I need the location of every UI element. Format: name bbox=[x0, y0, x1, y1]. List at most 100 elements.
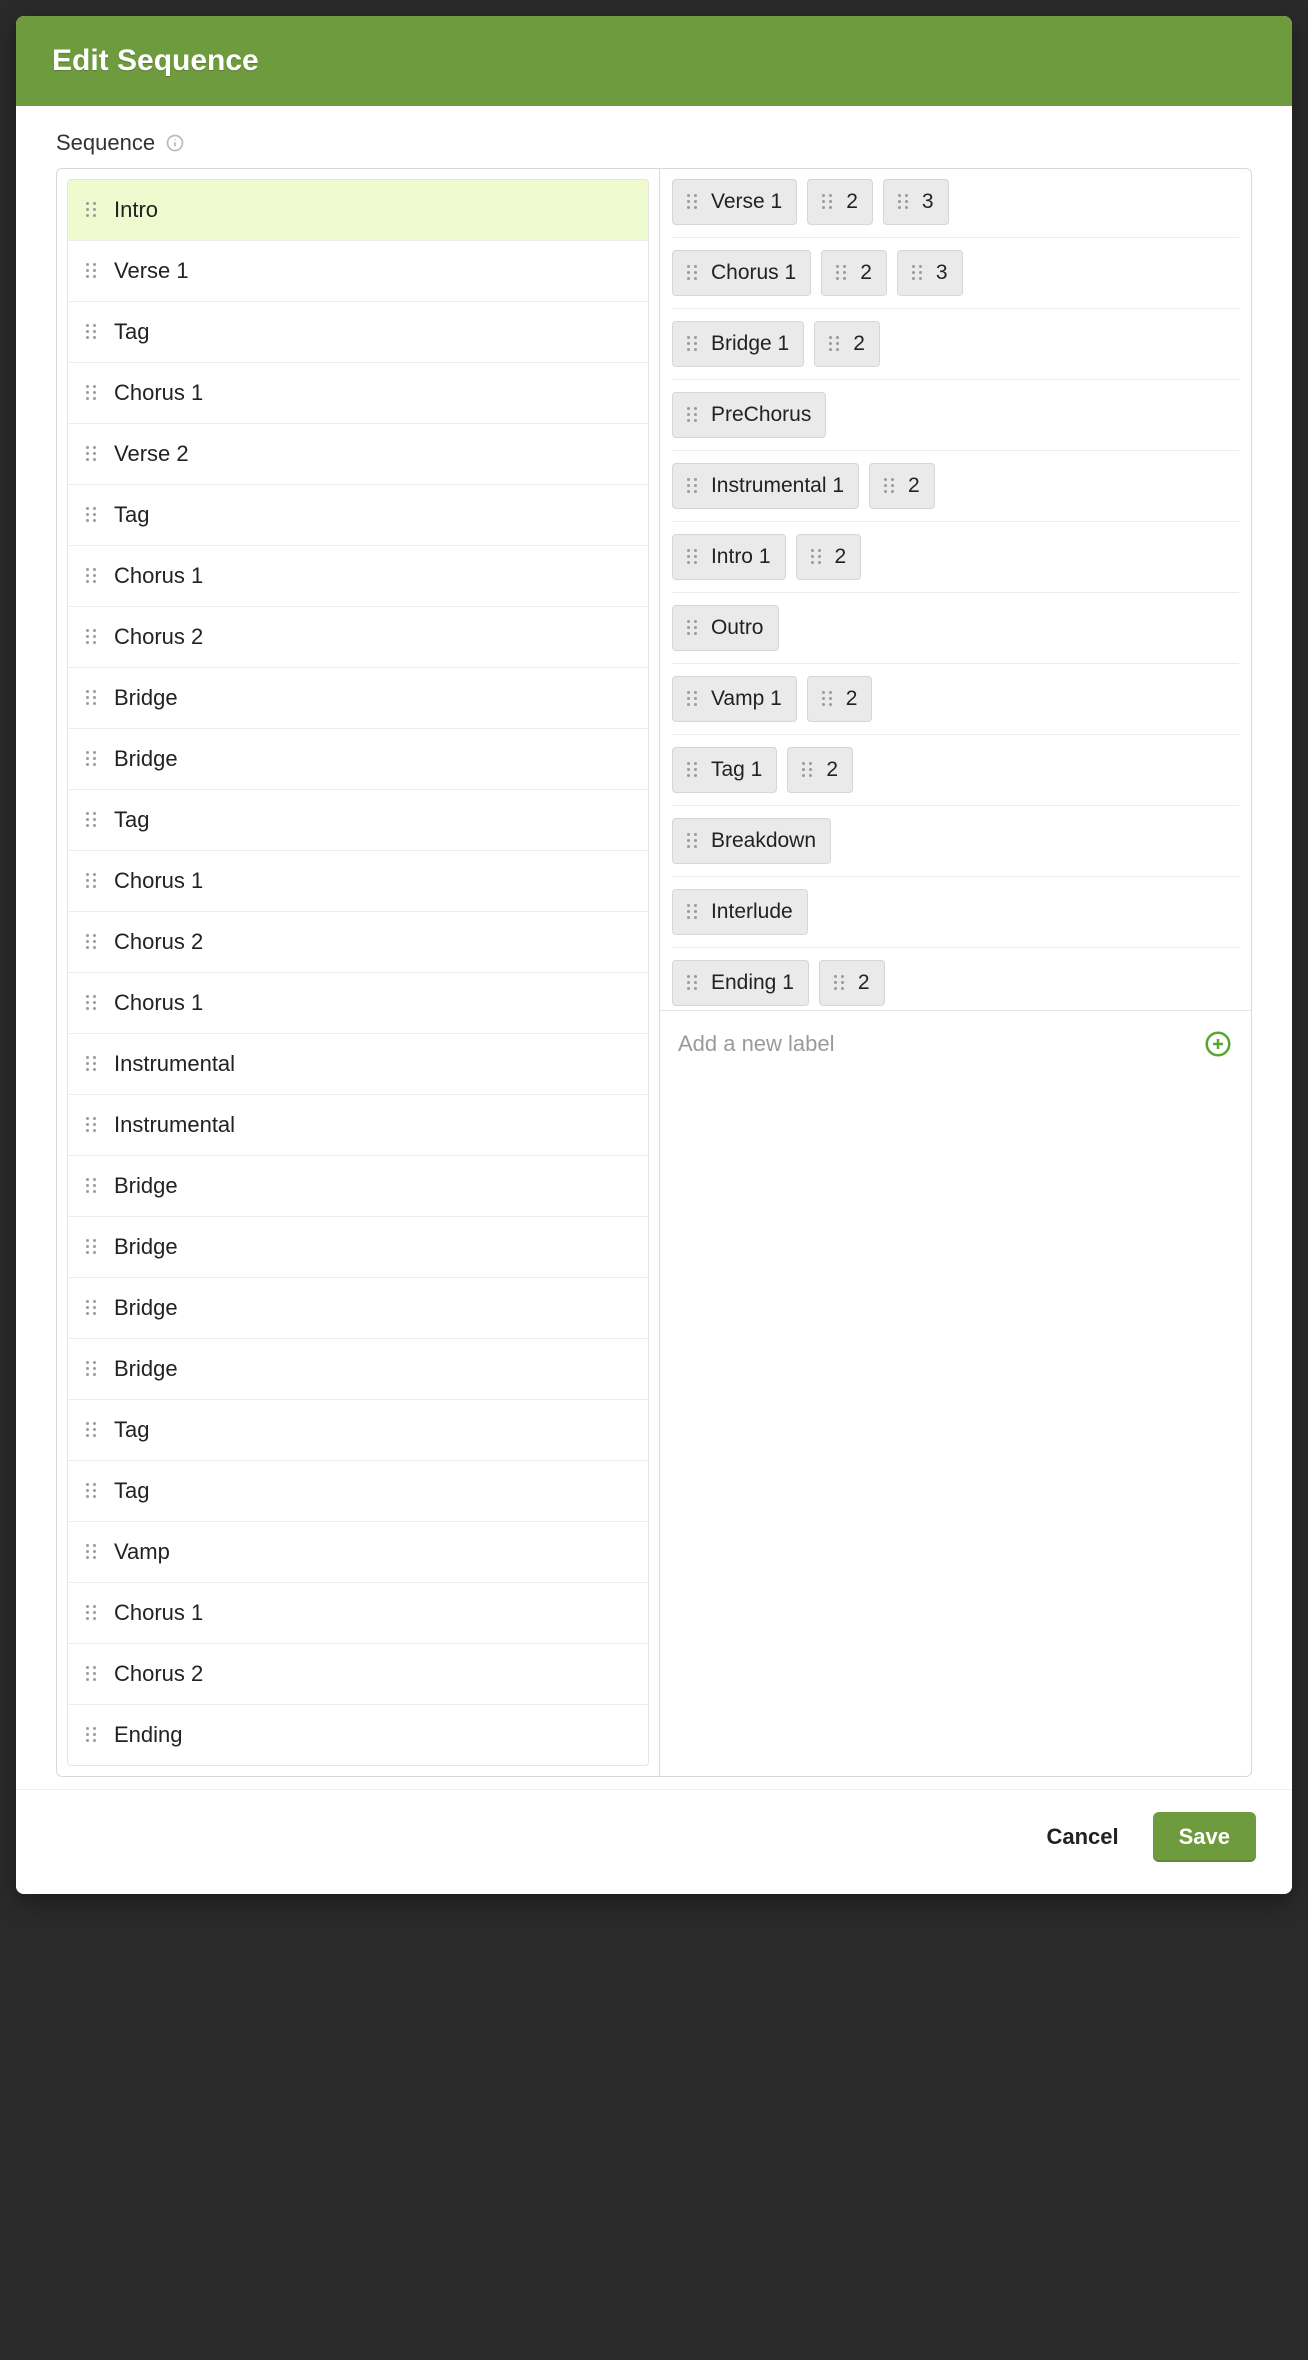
drag-handle-icon[interactable] bbox=[86, 1727, 100, 1743]
drag-handle-icon[interactable] bbox=[86, 1422, 100, 1438]
drag-handle-icon[interactable] bbox=[86, 873, 100, 889]
drag-handle-icon[interactable] bbox=[86, 568, 100, 584]
sequence-item[interactable]: Chorus 1 bbox=[68, 363, 648, 424]
drag-handle-icon[interactable] bbox=[86, 751, 100, 767]
sequence-item[interactable]: Chorus 2 bbox=[68, 1644, 648, 1705]
drag-handle-icon[interactable] bbox=[687, 194, 701, 210]
palette-chip[interactable]: Breakdown bbox=[672, 818, 831, 864]
sequence-item[interactable]: Bridge bbox=[68, 729, 648, 790]
sequence-item[interactable]: Bridge bbox=[68, 668, 648, 729]
drag-handle-icon[interactable] bbox=[687, 762, 701, 778]
sequence-item[interactable]: Chorus 1 bbox=[68, 851, 648, 912]
drag-handle-icon[interactable] bbox=[86, 1544, 100, 1560]
sequence-item[interactable]: Bridge bbox=[68, 1217, 648, 1278]
sequence-item[interactable]: Ending bbox=[68, 1705, 648, 1765]
drag-handle-icon[interactable] bbox=[86, 1300, 100, 1316]
drag-handle-icon[interactable] bbox=[86, 690, 100, 706]
drag-handle-icon[interactable] bbox=[829, 336, 843, 352]
sequence-item[interactable]: Verse 2 bbox=[68, 424, 648, 485]
drag-handle-icon[interactable] bbox=[822, 691, 836, 707]
sequence-item[interactable]: Vamp bbox=[68, 1522, 648, 1583]
drag-handle-icon[interactable] bbox=[86, 629, 100, 645]
drag-handle-icon[interactable] bbox=[687, 478, 701, 494]
save-button[interactable]: Save bbox=[1153, 1812, 1256, 1862]
sequence-item[interactable]: Instrumental bbox=[68, 1034, 648, 1095]
palette-chip[interactable]: Outro bbox=[672, 605, 779, 651]
palette-chip[interactable]: 2 bbox=[787, 747, 853, 793]
palette-chip[interactable]: Ending 1 bbox=[672, 960, 809, 1006]
palette-chip[interactable]: Bridge 1 bbox=[672, 321, 804, 367]
drag-handle-icon[interactable] bbox=[898, 194, 912, 210]
palette-chip[interactable]: 2 bbox=[807, 179, 873, 225]
palette-chip[interactable]: PreChorus bbox=[672, 392, 826, 438]
drag-handle-icon[interactable] bbox=[86, 263, 100, 279]
palette-chip[interactable]: Interlude bbox=[672, 889, 808, 935]
sequence-item[interactable]: Chorus 2 bbox=[68, 912, 648, 973]
palette-chip[interactable]: 2 bbox=[819, 960, 885, 1006]
drag-handle-icon[interactable] bbox=[86, 1239, 100, 1255]
palette-chip[interactable]: 2 bbox=[821, 250, 887, 296]
sequence-item[interactable]: Tag bbox=[68, 302, 648, 363]
info-icon[interactable] bbox=[165, 133, 185, 153]
drag-handle-icon[interactable] bbox=[687, 975, 701, 991]
drag-handle-icon[interactable] bbox=[802, 762, 816, 778]
palette-chip[interactable]: Verse 1 bbox=[672, 179, 797, 225]
add-new-label-row[interactable]: Add a new label bbox=[660, 1010, 1251, 1077]
drag-handle-icon[interactable] bbox=[86, 324, 100, 340]
drag-handle-icon[interactable] bbox=[86, 995, 100, 1011]
sequence-item[interactable]: Tag bbox=[68, 485, 648, 546]
cancel-button[interactable]: Cancel bbox=[1040, 1823, 1124, 1851]
drag-handle-icon[interactable] bbox=[86, 1056, 100, 1072]
palette-chip[interactable]: Chorus 1 bbox=[672, 250, 811, 296]
drag-handle-icon[interactable] bbox=[822, 194, 836, 210]
drag-handle-icon[interactable] bbox=[86, 385, 100, 401]
sequence-item[interactable]: Chorus 1 bbox=[68, 1583, 648, 1644]
drag-handle-icon[interactable] bbox=[687, 336, 701, 352]
drag-handle-icon[interactable] bbox=[687, 407, 701, 423]
palette-chip[interactable]: Intro 1 bbox=[672, 534, 786, 580]
drag-handle-icon[interactable] bbox=[86, 1605, 100, 1621]
sequence-item[interactable]: Bridge bbox=[68, 1278, 648, 1339]
drag-handle-icon[interactable] bbox=[86, 446, 100, 462]
palette-chip[interactable]: 2 bbox=[869, 463, 935, 509]
sequence-item[interactable]: Chorus 1 bbox=[68, 546, 648, 607]
palette-chip[interactable]: 2 bbox=[814, 321, 880, 367]
sequence-item[interactable]: Bridge bbox=[68, 1339, 648, 1400]
palette-chip[interactable]: 3 bbox=[897, 250, 963, 296]
drag-handle-icon[interactable] bbox=[884, 478, 898, 494]
drag-handle-icon[interactable] bbox=[86, 812, 100, 828]
drag-handle-icon[interactable] bbox=[86, 202, 100, 218]
sequence-item[interactable]: Verse 1 bbox=[68, 241, 648, 302]
add-icon[interactable] bbox=[1203, 1029, 1233, 1059]
sequence-item[interactable]: Chorus 2 bbox=[68, 607, 648, 668]
sequence-item[interactable]: Intro bbox=[68, 180, 648, 241]
drag-handle-icon[interactable] bbox=[86, 1361, 100, 1377]
drag-handle-icon[interactable] bbox=[687, 691, 701, 707]
drag-handle-icon[interactable] bbox=[86, 1117, 100, 1133]
palette-chip[interactable]: Instrumental 1 bbox=[672, 463, 859, 509]
sequence-item[interactable]: Chorus 1 bbox=[68, 973, 648, 1034]
drag-handle-icon[interactable] bbox=[86, 934, 100, 950]
drag-handle-icon[interactable] bbox=[687, 904, 701, 920]
sequence-item[interactable]: Instrumental bbox=[68, 1095, 648, 1156]
drag-handle-icon[interactable] bbox=[86, 507, 100, 523]
palette-chip[interactable]: 3 bbox=[883, 179, 949, 225]
drag-handle-icon[interactable] bbox=[86, 1666, 100, 1682]
palette-chip[interactable]: Vamp 1 bbox=[672, 676, 797, 722]
drag-handle-icon[interactable] bbox=[687, 549, 701, 565]
sequence-item[interactable]: Tag bbox=[68, 790, 648, 851]
palette-chip[interactable]: Tag 1 bbox=[672, 747, 777, 793]
sequence-item[interactable]: Bridge bbox=[68, 1156, 648, 1217]
drag-handle-icon[interactable] bbox=[687, 265, 701, 281]
drag-handle-icon[interactable] bbox=[912, 265, 926, 281]
drag-handle-icon[interactable] bbox=[687, 620, 701, 636]
drag-handle-icon[interactable] bbox=[86, 1178, 100, 1194]
drag-handle-icon[interactable] bbox=[834, 975, 848, 991]
sequence-item[interactable]: Tag bbox=[68, 1461, 648, 1522]
drag-handle-icon[interactable] bbox=[836, 265, 850, 281]
drag-handle-icon[interactable] bbox=[811, 549, 825, 565]
drag-handle-icon[interactable] bbox=[687, 833, 701, 849]
palette-chip[interactable]: 2 bbox=[796, 534, 862, 580]
drag-handle-icon[interactable] bbox=[86, 1483, 100, 1499]
sequence-item[interactable]: Tag bbox=[68, 1400, 648, 1461]
